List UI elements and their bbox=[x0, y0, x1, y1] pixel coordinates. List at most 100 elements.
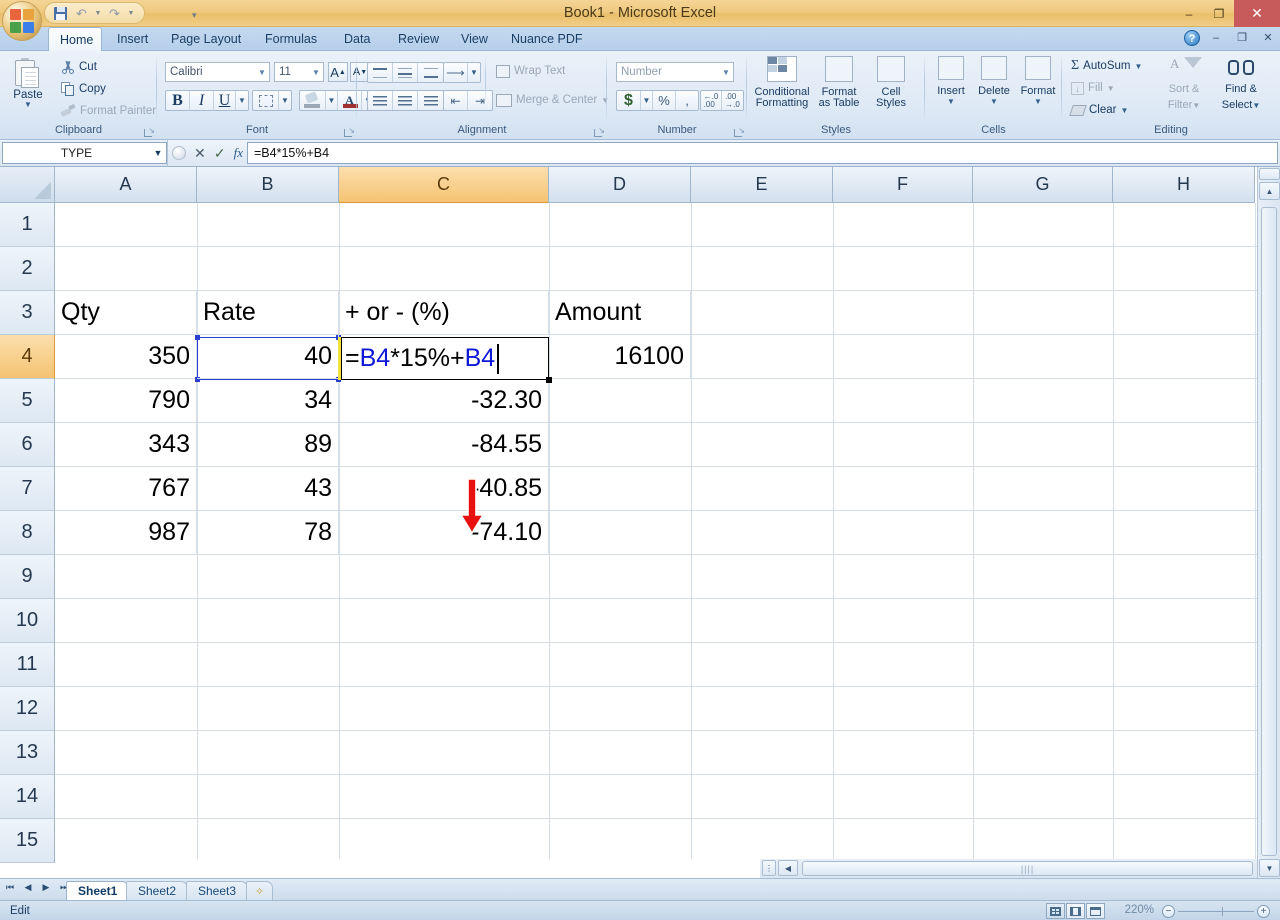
borders-dropdown-icon[interactable]: ▼ bbox=[279, 91, 291, 110]
cell-a4[interactable]: 350 bbox=[55, 335, 197, 379]
cell-a5[interactable]: 790 bbox=[55, 379, 197, 423]
row-header-12[interactable]: 12 bbox=[0, 687, 55, 731]
row-header-11[interactable]: 11 bbox=[0, 643, 55, 687]
clipboard-dialog-launcher[interactable] bbox=[143, 126, 155, 139]
row-header-2[interactable]: 2 bbox=[0, 247, 55, 291]
format-cells-button[interactable]: Format ▼ bbox=[1017, 56, 1059, 106]
normal-view-icon[interactable] bbox=[1046, 903, 1065, 919]
office-button[interactable] bbox=[2, 1, 42, 41]
find-select-dropdown-icon[interactable]: ▼ bbox=[1252, 101, 1260, 110]
cell-styles-button[interactable]: Cell Styles bbox=[867, 56, 915, 109]
insert-cells-button[interactable]: Insert ▼ bbox=[931, 56, 971, 106]
cell-a3[interactable]: Qty bbox=[55, 291, 197, 335]
autosum-dropdown-icon[interactable]: ▼ bbox=[1134, 62, 1142, 71]
undo-dropdown-icon[interactable]: ▼ bbox=[93, 4, 103, 22]
copy-button[interactable]: Copy bbox=[58, 79, 109, 99]
split-box-icon[interactable] bbox=[1259, 168, 1280, 180]
sort-filter-button[interactable]: A Sort & Filter▼ bbox=[1158, 55, 1210, 113]
align-top-button[interactable] bbox=[368, 63, 393, 82]
align-left-button[interactable] bbox=[368, 91, 393, 110]
page-break-preview-icon[interactable] bbox=[1086, 903, 1105, 919]
scroll-left-icon[interactable]: ◀ bbox=[778, 860, 798, 876]
fill-dropdown-icon[interactable]: ▼ bbox=[1107, 84, 1115, 93]
cancel-icon[interactable]: ✕ bbox=[194, 145, 206, 162]
cell-b8[interactable]: 78 bbox=[197, 511, 339, 555]
column-header-c[interactable]: C bbox=[339, 167, 549, 203]
first-sheet-icon[interactable]: ⏮ bbox=[4, 882, 16, 893]
orientation-dropdown-icon[interactable]: ▼ bbox=[468, 63, 480, 82]
horizontal-scrollbar-thumb[interactable]: |||| bbox=[802, 861, 1253, 876]
zoom-slider[interactable]: − + bbox=[1162, 905, 1270, 918]
column-header-a[interactable]: A bbox=[55, 167, 197, 203]
scroll-up-icon[interactable]: ▲ bbox=[1259, 182, 1280, 200]
align-middle-button[interactable] bbox=[393, 63, 418, 82]
save-icon[interactable] bbox=[51, 4, 70, 22]
increase-decimal-button[interactable]: ←.0.00 bbox=[701, 91, 722, 110]
fill-handle[interactable] bbox=[546, 377, 552, 383]
prev-sheet-icon[interactable]: ◀ bbox=[22, 882, 34, 893]
row-header-13[interactable]: 13 bbox=[0, 731, 55, 775]
tab-page-layout[interactable]: Page Layout bbox=[160, 27, 252, 51]
column-header-d[interactable]: D bbox=[549, 167, 691, 203]
column-header-b[interactable]: B bbox=[197, 167, 339, 203]
cell-b7[interactable]: 43 bbox=[197, 467, 339, 511]
restore-button[interactable]: ❐ bbox=[1204, 0, 1234, 27]
scroll-down-icon[interactable]: ▼ bbox=[1259, 859, 1280, 877]
number-dialog-launcher[interactable] bbox=[733, 126, 745, 139]
decrease-indent-button[interactable]: ⇤ bbox=[444, 91, 468, 110]
align-right-button[interactable] bbox=[418, 91, 443, 110]
clear-button[interactable]: Clear ▼ bbox=[1068, 100, 1131, 120]
row-header-15[interactable]: 15 bbox=[0, 819, 55, 863]
vertical-scrollbar[interactable]: ▲ ▼ bbox=[1257, 167, 1280, 878]
row-header-4[interactable]: 4 bbox=[0, 335, 55, 379]
cell-c5[interactable]: -32.30 bbox=[339, 379, 549, 423]
underline-button[interactable]: U bbox=[214, 91, 236, 110]
currency-button[interactable]: $ bbox=[617, 91, 641, 110]
sheet-tab-sheet2[interactable]: Sheet2 bbox=[126, 881, 189, 901]
enter-icon[interactable]: ✓ bbox=[214, 145, 226, 162]
insert-worksheet-button[interactable]: ✧ bbox=[246, 881, 274, 901]
cell-b4[interactable]: 40 bbox=[197, 335, 339, 379]
cell-c4-editing[interactable]: =B4*15%+B4 bbox=[341, 337, 549, 380]
tab-home[interactable]: Home bbox=[48, 27, 102, 51]
workbook-close-button[interactable]: ✕ bbox=[1258, 29, 1278, 47]
font-name-combo[interactable]: Calibri ▼ bbox=[165, 62, 270, 82]
redo-icon[interactable]: ↷ bbox=[105, 4, 124, 22]
fill-button[interactable]: ↓ Fill ▼ bbox=[1068, 78, 1118, 98]
row-header-14[interactable]: 14 bbox=[0, 775, 55, 819]
hsplit-box-icon[interactable]: ⋮ bbox=[762, 860, 776, 876]
font-size-dropdown-icon[interactable]: ▼ bbox=[309, 68, 323, 77]
zoom-in-button[interactable]: + bbox=[1257, 905, 1270, 918]
number-format-combo[interactable]: Number ▼ bbox=[616, 62, 734, 82]
cell-d4[interactable]: 16100 bbox=[549, 335, 691, 379]
row-header-7[interactable]: 7 bbox=[0, 467, 55, 511]
italic-button[interactable]: I bbox=[190, 91, 214, 110]
zoom-out-button[interactable]: − bbox=[1162, 905, 1175, 918]
row-header-10[interactable]: 10 bbox=[0, 599, 55, 643]
sheet-tab-sheet3[interactable]: Sheet3 bbox=[186, 881, 249, 901]
find-select-button[interactable]: Find & Select▼ bbox=[1212, 55, 1270, 113]
format-cells-dropdown-icon[interactable]: ▼ bbox=[1017, 97, 1059, 106]
cell-c6[interactable]: -84.55 bbox=[339, 423, 549, 467]
font-size-combo[interactable]: 11 ▼ bbox=[274, 62, 324, 82]
autosum-button[interactable]: Σ AutoSum ▼ bbox=[1068, 56, 1145, 76]
sheet-tab-sheet1[interactable]: Sheet1 bbox=[66, 881, 130, 901]
sort-filter-dropdown-icon[interactable]: ▼ bbox=[1192, 101, 1200, 110]
workbook-restore-button[interactable]: ❐ bbox=[1232, 29, 1252, 47]
cell-c3[interactable]: + or - (%) bbox=[339, 291, 549, 335]
column-header-g[interactable]: G bbox=[973, 167, 1113, 203]
row-header-9[interactable]: 9 bbox=[0, 555, 55, 599]
cell-c7[interactable]: -40.85 bbox=[339, 467, 549, 511]
redo-dropdown-icon[interactable]: ▼ bbox=[126, 4, 136, 22]
close-button[interactable]: ✕ bbox=[1234, 0, 1280, 27]
next-sheet-icon[interactable]: ▶ bbox=[40, 882, 52, 893]
font-name-dropdown-icon[interactable]: ▼ bbox=[255, 68, 269, 77]
wrap-text-button[interactable]: Wrap Text bbox=[493, 61, 568, 81]
decrease-decimal-button[interactable]: .00 →.0 bbox=[722, 91, 743, 110]
formula-input[interactable]: =B4*15%+B4 bbox=[247, 142, 1278, 164]
insert-function-icon[interactable]: fx bbox=[234, 145, 243, 161]
increase-indent-button[interactable]: ⇥ bbox=[468, 91, 492, 110]
minimize-button[interactable]: – bbox=[1174, 0, 1204, 27]
cell-b5[interactable]: 34 bbox=[197, 379, 339, 423]
merge-center-button[interactable]: Merge & Center ▼ bbox=[493, 90, 612, 110]
